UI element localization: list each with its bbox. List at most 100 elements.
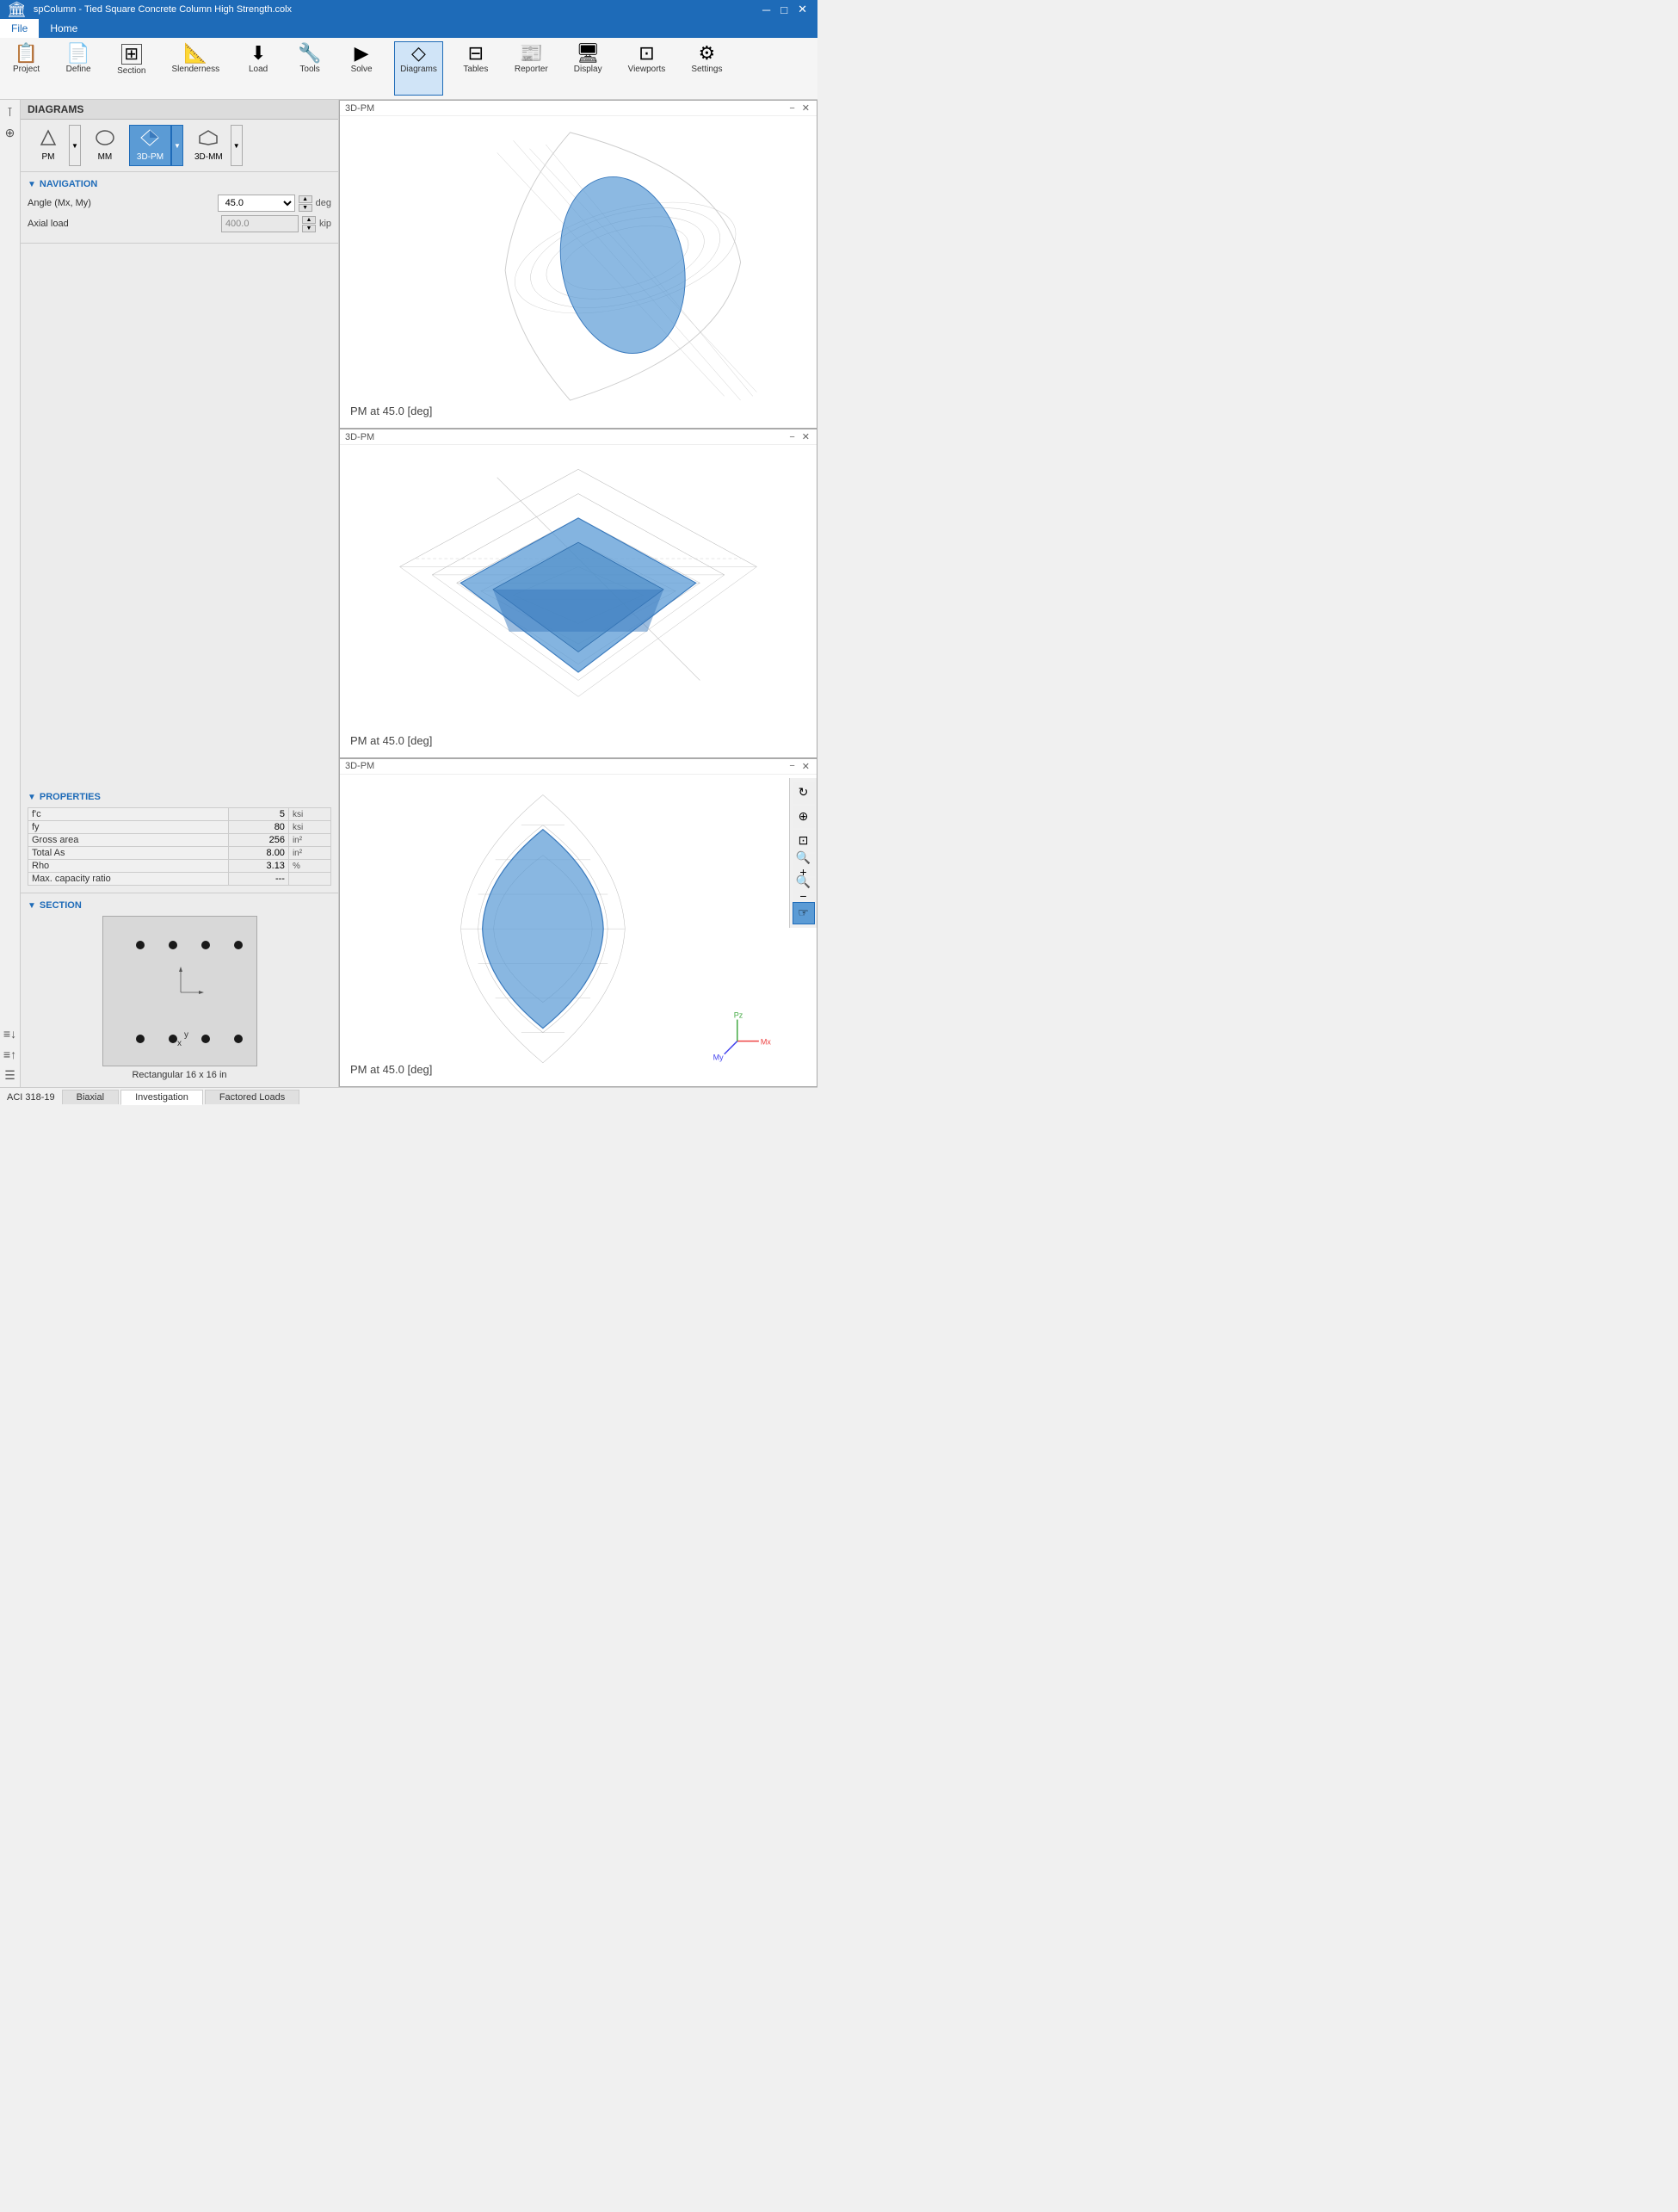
ribbon-display-label: Display xyxy=(574,65,602,74)
rt-pan-btn[interactable]: ⊕ xyxy=(793,806,815,828)
angle-input[interactable]: 45.0 xyxy=(218,195,295,212)
panel2-minimize[interactable]: − xyxy=(787,431,796,442)
ribbon: 📋 Project 📄 Define ⊞ Section 📐 Slenderne… xyxy=(0,38,817,100)
axial-load-up-btn[interactable]: ▲ xyxy=(302,216,316,224)
menu-home[interactable]: Home xyxy=(39,19,89,38)
rt-cursor-btn[interactable]: ☞ xyxy=(793,902,815,924)
maximize-button[interactable]: □ xyxy=(777,3,791,16)
ribbon-define[interactable]: 📄 Define xyxy=(59,41,97,96)
prop-value-rho: 3.13 xyxy=(228,860,288,873)
prop-value-fc: 5 xyxy=(228,808,288,821)
prop-row-gross-area: Gross area 256 in² xyxy=(28,834,331,847)
ribbon-diagrams[interactable]: ◇ Diagrams xyxy=(394,41,443,96)
3dmm-dropdown-arrow[interactable]: ▼ xyxy=(231,125,243,166)
ribbon-tools-label: Tools xyxy=(299,65,319,74)
rebar-5 xyxy=(136,1035,145,1043)
left-tool-filter[interactable]: ⊺ xyxy=(2,103,19,120)
panel1-title: 3D-PM xyxy=(345,103,374,114)
section-canvas: x y xyxy=(102,916,257,1066)
ribbon-viewports[interactable]: ⊡ Viewports xyxy=(622,41,672,96)
panel-3dpm-1: 3D-PM − ✕ xyxy=(339,100,817,429)
prop-label-fy: fy xyxy=(28,821,229,834)
minimize-button[interactable]: ─ xyxy=(759,3,774,16)
panel1-svg xyxy=(340,116,817,424)
left-tool-add[interactable]: ⊕ xyxy=(2,124,19,141)
ribbon-tables[interactable]: ⊟ Tables xyxy=(457,41,495,96)
ribbon-section[interactable]: ⊞ Section xyxy=(111,41,151,96)
rt-zoom-out-btn[interactable]: 🔍− xyxy=(793,878,815,900)
ribbon-reporter[interactable]: 📰 Reporter xyxy=(509,41,554,96)
prop-row-total-as: Total As 8.00 in² xyxy=(28,847,331,860)
panel1-header: 3D-PM − ✕ xyxy=(340,101,817,116)
panel2-close[interactable]: ✕ xyxy=(800,431,811,442)
diag-btn-3dpm[interactable]: 3D-PM xyxy=(129,125,171,166)
menu-file[interactable]: File xyxy=(0,19,39,38)
rebar-2 xyxy=(169,941,177,949)
axial-load-row: Axial load ▲ ▼ kip xyxy=(28,215,331,232)
axial-load-input[interactable] xyxy=(221,215,299,232)
section-collapse-icon[interactable]: ▼ xyxy=(28,901,36,911)
angle-label: Angle (Mx, My) xyxy=(28,198,214,208)
ribbon-settings[interactable]: ⚙ Settings xyxy=(685,41,728,96)
props-collapse-icon[interactable]: ▼ xyxy=(28,793,36,802)
status-tab-investigation[interactable]: Investigation xyxy=(120,1090,203,1105)
ribbon-slenderness[interactable]: 📐 Slenderness xyxy=(165,41,225,96)
diag-btn-mm[interactable]: MM xyxy=(84,125,126,166)
rebar-8 xyxy=(234,1035,243,1043)
prop-label-rho: Rho xyxy=(28,860,229,873)
properties-title: ▼ PROPERTIES xyxy=(28,792,331,802)
slenderness-icon: 📐 xyxy=(184,44,207,63)
rt-zoom-in-btn[interactable]: 🔍+ xyxy=(793,854,815,876)
pm-diagram-icon xyxy=(38,129,59,151)
rotate-icon: ↻ xyxy=(799,785,809,800)
sidebar: DIAGRAMS PM ▼ xyxy=(21,100,339,1087)
rt-rotate-btn[interactable]: ↻ xyxy=(793,782,815,804)
prop-row-fc: f'c 5 ksi xyxy=(28,808,331,821)
axial-load-down-btn[interactable]: ▼ xyxy=(302,225,316,232)
nav-collapse-icon[interactable]: ▼ xyxy=(28,180,36,189)
diagram-toolbar: PM ▼ MM xyxy=(21,120,338,172)
status-tab-factored-loads[interactable]: Factored Loads xyxy=(205,1090,299,1104)
diag-btn-pm[interactable]: PM xyxy=(28,125,69,166)
angle-down-btn[interactable]: ▼ xyxy=(299,204,312,212)
ribbon-load[interactable]: ⬇ Load xyxy=(239,41,277,96)
panel3-close[interactable]: ✕ xyxy=(800,761,811,772)
angle-up-btn[interactable]: ▲ xyxy=(299,195,312,203)
pm-dropdown-arrow[interactable]: ▼ xyxy=(69,125,81,166)
cursor-icon: ☞ xyxy=(798,905,809,920)
rt-zoom-extent-btn[interactable]: ⊡ xyxy=(793,830,815,852)
prop-value-gross-area: 256 xyxy=(228,834,288,847)
3dmm-diagram-icon xyxy=(198,129,219,151)
3dpm-dropdown-arrow[interactable]: ▼ xyxy=(171,125,183,166)
rebar-1 xyxy=(136,941,145,949)
panel-3dpm-3: 3D-PM − ✕ xyxy=(339,758,817,1087)
rebar-6 xyxy=(169,1035,177,1043)
navigation-section: ▼ NAVIGATION Angle (Mx, My) 45.0 ▲ ▼ deg… xyxy=(21,172,338,244)
left-tool-move-down[interactable]: ≡↓ xyxy=(2,1025,19,1042)
right-toolbar: ↻ ⊕ ⊡ 🔍+ 🔍− ☞ xyxy=(789,778,817,928)
panel3-minimize[interactable]: − xyxy=(787,761,796,772)
ribbon-solve[interactable]: ▶ Solve xyxy=(342,41,380,96)
section-display-area: ▼ SECTION x y xyxy=(21,893,338,1087)
panel1-minimize[interactable]: − xyxy=(787,102,796,114)
panel1-close[interactable]: ✕ xyxy=(800,102,811,114)
prop-unit-gross-area: in² xyxy=(288,834,330,847)
panel1-controls: − ✕ xyxy=(787,102,811,114)
status-tab-biaxial[interactable]: Biaxial xyxy=(62,1090,119,1104)
prop-unit-fy: ksi xyxy=(288,821,330,834)
close-button[interactable]: ✕ xyxy=(794,3,811,16)
ribbon-define-label: Define xyxy=(66,65,91,74)
prop-value-max-cap: --- xyxy=(228,873,288,886)
svg-text:My: My xyxy=(713,1053,725,1061)
ribbon-display[interactable]: 🖥 Display xyxy=(568,41,608,96)
left-tool-menu[interactable]: ☰ xyxy=(2,1066,19,1084)
ribbon-project[interactable]: 📋 Project xyxy=(7,41,46,96)
section-icon: ⊞ xyxy=(121,44,142,65)
zoom-out-icon: 🔍− xyxy=(793,874,814,903)
ribbon-tools[interactable]: 🔧 Tools xyxy=(291,41,329,96)
left-tool-move-up[interactable]: ≡↑ xyxy=(2,1046,19,1063)
prop-label-total-as: Total As xyxy=(28,847,229,860)
angle-unit: deg xyxy=(316,198,331,208)
diag-btn-3dmm[interactable]: 3D-MM xyxy=(187,125,231,166)
axial-load-arrows: ▲ ▼ xyxy=(302,216,316,232)
